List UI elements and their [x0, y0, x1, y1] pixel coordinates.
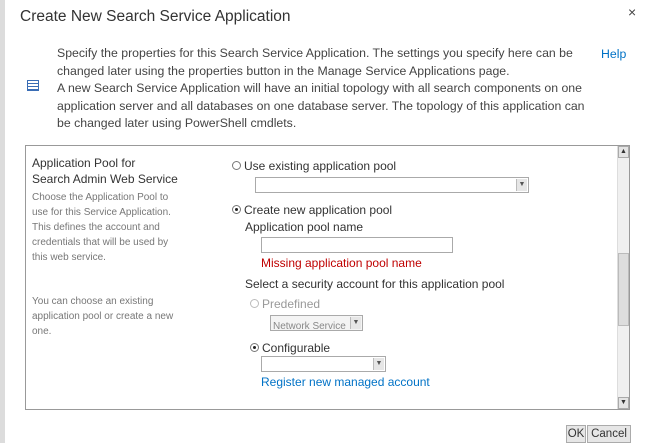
configurable-label: Configurable: [262, 341, 331, 355]
settings-panel: Application Pool for Search Admin Web Se…: [25, 145, 630, 410]
section-description-2: You can choose an existing application p…: [32, 296, 174, 337]
security-account-label: Select a security account for this appli…: [245, 277, 505, 291]
scrollbar[interactable]: ▲ ▼: [617, 146, 629, 409]
select-value: Network Service: [273, 321, 346, 332]
pool-name-label: Application pool name: [245, 220, 364, 234]
radio-icon[interactable]: [232, 205, 241, 214]
help-link[interactable]: Help: [601, 47, 626, 61]
radio-icon[interactable]: [232, 161, 241, 170]
cancel-button[interactable]: Cancel: [587, 425, 631, 443]
intro-paragraph-1: Specify the properties for this Search S…: [57, 46, 573, 78]
predefined-select[interactable]: Network Service ▼: [270, 315, 363, 332]
pool-name-input[interactable]: [261, 237, 453, 253]
radio-icon[interactable]: [250, 343, 259, 352]
predefined-label: Predefined: [262, 297, 321, 311]
chevron-down-icon: ▼: [373, 358, 384, 370]
intro-text: Specify the properties for this Search S…: [57, 45, 597, 133]
chevron-down-icon: ▼: [350, 317, 361, 329]
managed-account-select[interactable]: ▼: [261, 356, 386, 372]
dialog-title: Create New Search Service Application: [20, 8, 291, 25]
existing-pool-select[interactable]: ▼: [255, 177, 529, 193]
background-strip: [0, 0, 5, 443]
section-description: Choose the Application Pool to use for t…: [32, 192, 171, 263]
configurable-radio[interactable]: Configurable: [250, 341, 330, 355]
scroll-up-icon[interactable]: ▲: [618, 146, 629, 158]
ok-button[interactable]: OK: [566, 425, 586, 443]
radio-icon[interactable]: [250, 299, 259, 308]
create-new-radio[interactable]: Create new application pool: [232, 203, 392, 217]
register-managed-account-link[interactable]: Register new managed account: [261, 375, 430, 389]
use-existing-radio[interactable]: Use existing application pool: [232, 159, 396, 173]
info-table-icon: [27, 80, 39, 91]
close-icon[interactable]: ×: [628, 4, 636, 20]
scroll-down-icon[interactable]: ▼: [618, 397, 629, 409]
section-title-line-1: Application Pool for: [32, 156, 136, 170]
create-new-label: Create new application pool: [244, 203, 393, 217]
predefined-radio[interactable]: Predefined: [250, 297, 320, 311]
error-message: Missing application pool name: [261, 256, 422, 270]
section-title-line-2: Search Admin Web Service: [32, 172, 178, 186]
chevron-down-icon: ▼: [516, 179, 527, 191]
use-existing-label: Use existing application pool: [244, 159, 397, 173]
intro-paragraph-2: A new Search Service Application will ha…: [57, 81, 585, 131]
scroll-thumb[interactable]: [618, 253, 629, 326]
